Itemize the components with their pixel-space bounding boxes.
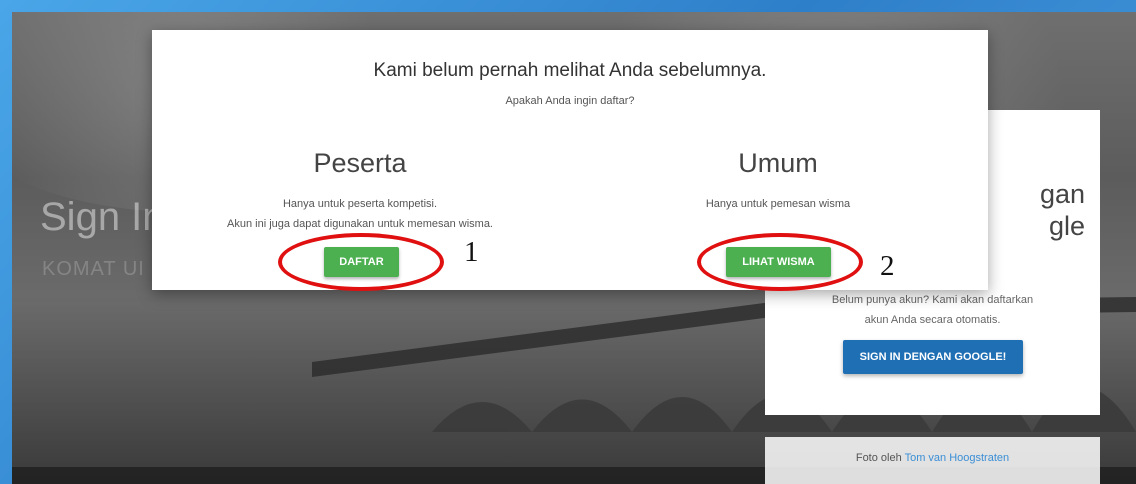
photo-credit: Foto oleh Tom van Hoogstraten (765, 437, 1100, 484)
photo-credit-author-link[interactable]: Tom van Hoogstraten (905, 452, 1010, 464)
page-subheading: KOMAT UI (42, 258, 145, 280)
annotation-number-1: 1 (464, 236, 479, 268)
card-text-line: Belum punya akun? Kami akan daftarkan (831, 294, 1034, 306)
modal-subtitle: Apakah Anda ingin daftar? (505, 95, 635, 107)
annotation-circle-1 (278, 233, 444, 291)
modal-title: Kami belum pernah melihat Anda sebelumny… (373, 60, 767, 81)
google-signin-button[interactable]: SIGN IN DENGAN GOOGLE! (843, 340, 1023, 374)
peserta-text-line: Akun ini juga dapat digunakan untuk meme… (227, 218, 493, 230)
card-description: Belum punya akun? Kami akan daftarkan ak… (765, 290, 1100, 330)
page-heading: Sign In (40, 195, 165, 239)
peserta-description: Hanya untuk peserta kompetisi. Akun ini … (180, 194, 540, 234)
umum-description: Hanya untuk pemesan wisma (598, 194, 958, 214)
photo-credit-prefix: Foto oleh (855, 452, 905, 464)
card-text-line: akun Anda secara otomatis. (864, 314, 1001, 326)
umum-title: Umum (738, 148, 818, 178)
peserta-title: Peserta (313, 148, 407, 178)
umum-text-line: Hanya untuk pemesan wisma (705, 198, 851, 210)
register-modal: Kami belum pernah melihat Anda sebelumny… (152, 30, 988, 290)
annotation-circle-2 (697, 233, 863, 291)
peserta-text-line: Hanya untuk peserta kompetisi. (282, 198, 438, 210)
annotation-number-2: 2 (880, 250, 895, 282)
